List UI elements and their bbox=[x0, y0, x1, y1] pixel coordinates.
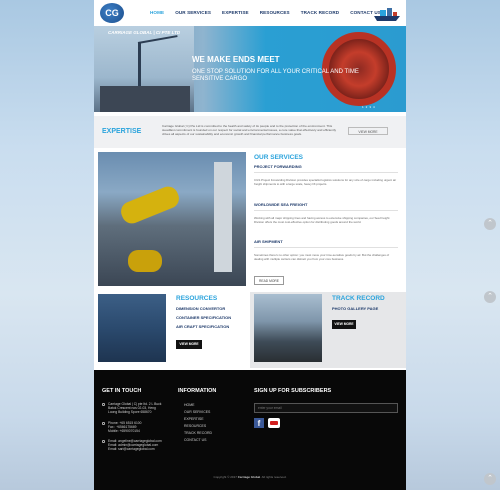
footer-link-services[interactable]: OUR SERVICES bbox=[184, 410, 210, 414]
service-text: Working with all major shipping lines an… bbox=[254, 216, 390, 224]
track-record-view-more-button[interactable]: VIEW MORE bbox=[332, 320, 356, 329]
expertise-section: EXPERTISE Carriage Global ( C) Pte Ltd i… bbox=[94, 116, 406, 148]
scroll-up-icon[interactable]: ⌃ bbox=[484, 291, 496, 303]
hero-title: WE MAKE ENDS MEET bbox=[192, 55, 280, 64]
slider-dot[interactable]: 4 bbox=[373, 105, 375, 109]
slider-pager: 1 2 3 4 bbox=[362, 105, 375, 109]
footer-link-expertise[interactable]: EXPERTISE bbox=[184, 417, 204, 421]
slider-dot[interactable]: 2 bbox=[366, 105, 368, 109]
email-icon bbox=[102, 440, 105, 443]
subscribe-email-input[interactable]: enter your email bbox=[254, 403, 398, 413]
cargo-pipe-image bbox=[118, 183, 182, 227]
copyright-suffix: . All rights reserved. bbox=[260, 475, 287, 479]
track-record-section: TRACK RECORD PHOTO GALLERY PAGE VIEW MOR… bbox=[250, 292, 406, 368]
information-title: INFORMATION bbox=[178, 388, 217, 394]
service-heading[interactable]: WORLDWIDE SEA FREIGHT bbox=[254, 202, 307, 207]
copyright-brand[interactable]: Carriage Global bbox=[238, 475, 260, 479]
track-record-title: TRACK RECORD bbox=[332, 295, 385, 302]
email-line[interactable]: Email: sari@carriageglobal.com bbox=[108, 447, 155, 451]
expertise-text: Carriage Global ( C) Pte Ltd is committe… bbox=[162, 124, 337, 137]
hero-brand: CARRIAGE GLOBAL | CI PTE LTD bbox=[108, 30, 181, 35]
hero-subtitle: ONE STOP SOLUTION FOR ALL YOUR CRITICAL … bbox=[192, 69, 359, 82]
service-text: Sometimes there's no other option: you m… bbox=[254, 253, 390, 261]
resources-view-more-button[interactable]: VIEW MORE bbox=[176, 340, 202, 349]
copyright: Copyright © 2017 Carriage Global. All ri… bbox=[94, 475, 406, 479]
resource-link[interactable]: AIR CRAFT SPECIFICATION bbox=[176, 324, 229, 329]
photo-gallery-link[interactable]: PHOTO GALLERY PAGE bbox=[332, 306, 378, 311]
address-line: Loong Building Spore 658670 bbox=[108, 410, 152, 414]
divider bbox=[254, 172, 398, 173]
nav-home[interactable]: HOME bbox=[150, 10, 164, 15]
site-footer: GET IN TOUCH Carriage Global | C| pte lt… bbox=[94, 370, 406, 490]
hero-ship-image bbox=[100, 86, 190, 112]
footer-link-contact-us[interactable]: CONTACT US bbox=[184, 438, 206, 442]
resource-link[interactable]: DIMENSION CONVERTOR bbox=[176, 306, 225, 311]
nav-track-record[interactable]: TRACK RECORD bbox=[301, 10, 339, 15]
read-more-button[interactable]: READ MORE bbox=[254, 276, 284, 285]
services-image bbox=[98, 152, 246, 286]
copyright-prefix: Copyright © 2017 bbox=[213, 475, 237, 479]
scroll-up-icon[interactable]: ⌃ bbox=[484, 218, 496, 230]
nav-our-services[interactable]: OUR SERVICES bbox=[175, 10, 211, 15]
track-record-image bbox=[254, 294, 322, 362]
logo[interactable]: CG bbox=[100, 3, 124, 23]
slider-dot[interactable]: 1 bbox=[362, 105, 364, 109]
page: CG HOME OUR SERVICES EXPERTISE RESOURCES… bbox=[94, 0, 406, 490]
slider-dot[interactable]: 3 bbox=[369, 105, 371, 109]
phone-icon bbox=[102, 422, 105, 425]
service-heading[interactable]: PROJECT FORWARDING bbox=[254, 164, 302, 169]
nav-expertise[interactable]: EXPERTISE bbox=[222, 10, 249, 15]
hero-banner: CARRIAGE GLOBAL | CI PTE LTD WE MAKE END… bbox=[94, 26, 406, 112]
service-heading[interactable]: AIR SHIPMENT bbox=[254, 239, 283, 244]
expertise-view-more-button[interactable]: VIEW MORE bbox=[348, 127, 388, 135]
cargo-pipe-image bbox=[128, 250, 162, 272]
footer-link-home[interactable]: HOME bbox=[184, 403, 195, 407]
resources-image bbox=[98, 294, 166, 362]
vessel-tower-image bbox=[214, 162, 232, 272]
resource-link[interactable]: CONTAINER SPECIFICATION bbox=[176, 315, 231, 320]
footer-link-resources[interactable]: RESOURCES bbox=[184, 424, 206, 428]
scroll-up-icon[interactable]: ⌃ bbox=[484, 473, 496, 485]
expertise-title: EXPERTISE bbox=[102, 128, 142, 135]
youtube-icon[interactable] bbox=[268, 418, 280, 428]
mobile-line[interactable]: Mobile: +6590070154 bbox=[108, 429, 140, 433]
services-section: OUR SERVICES PROJECT FORWARDING CGS Proj… bbox=[250, 152, 402, 286]
resources-row: RESOURCES DIMENSION CONVERTOR CONTAINER … bbox=[94, 292, 406, 368]
nav-resources[interactable]: RESOURCES bbox=[260, 10, 290, 15]
get-in-touch-title: GET IN TOUCH bbox=[102, 388, 142, 394]
facebook-icon[interactable]: f bbox=[254, 418, 264, 428]
footer-link-track-record[interactable]: TRACK RECORD bbox=[184, 431, 212, 435]
subscribe-title: SIGN UP FOR SUBSCRIBERS bbox=[254, 388, 332, 394]
site-header: CG HOME OUR SERVICES EXPERTISE RESOURCES… bbox=[94, 0, 406, 26]
main-nav: HOME OUR SERVICES EXPERTISE RESOURCES TR… bbox=[150, 10, 381, 15]
ship-logo-icon bbox=[374, 8, 400, 21]
service-text: CGS Project Forwarding Division provides… bbox=[254, 178, 397, 186]
divider bbox=[254, 247, 398, 248]
location-icon bbox=[102, 403, 105, 406]
services-title: OUR SERVICES bbox=[254, 154, 304, 161]
divider bbox=[254, 210, 398, 211]
resources-title: RESOURCES bbox=[176, 295, 218, 302]
